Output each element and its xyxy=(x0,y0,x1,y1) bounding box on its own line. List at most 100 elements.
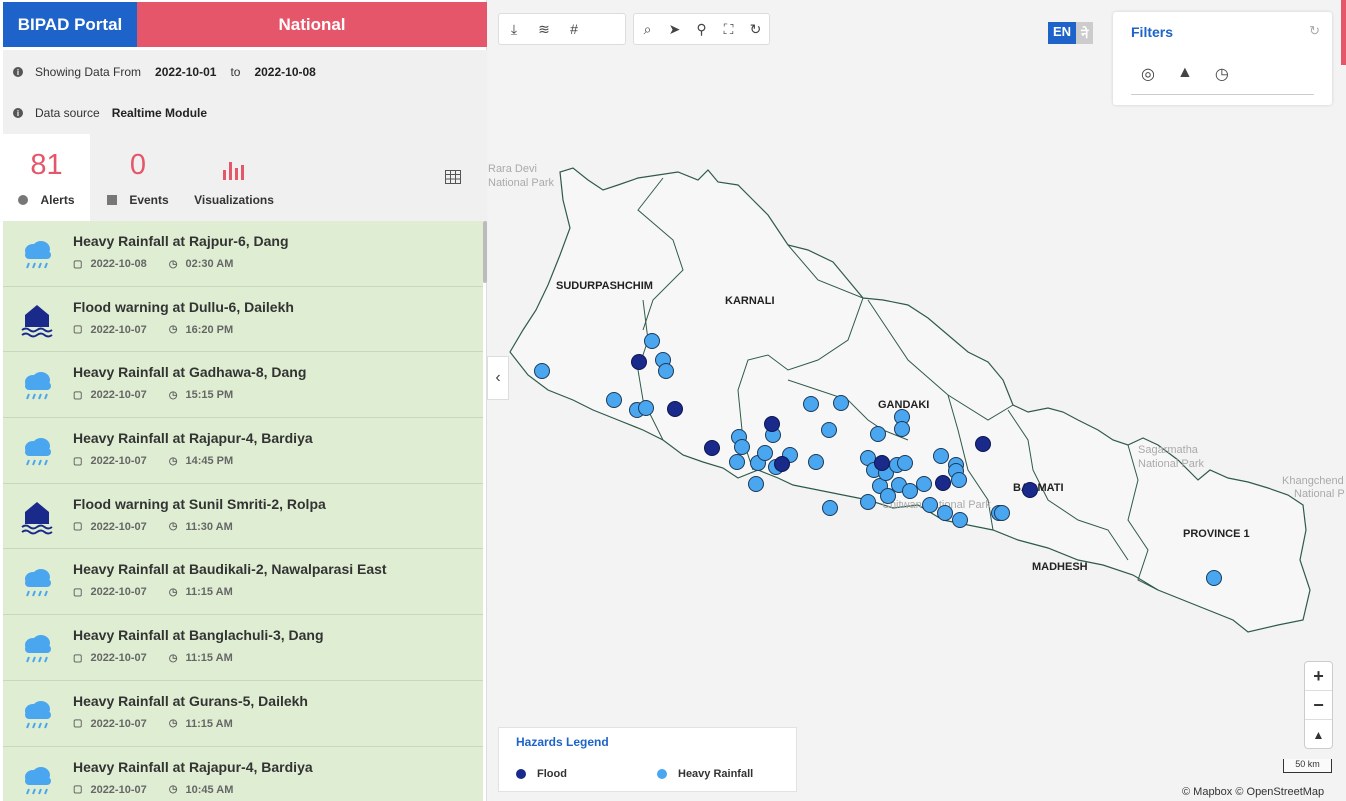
sagarmatha-label: Sagarmatha xyxy=(1138,444,1199,456)
map-attribution[interactable]: © Mapbox © OpenStreetMap xyxy=(1182,786,1324,798)
rain-marker[interactable] xyxy=(658,363,674,379)
alert-meta: ▢ 2022-10-07 ◷ 11:15 AM xyxy=(73,652,233,664)
tab-alerts[interactable]: 81 Alerts xyxy=(3,134,90,221)
alert-date: 2022-10-07 xyxy=(90,717,147,730)
location-target-icon[interactable]: ◎ xyxy=(1141,64,1155,84)
alert-title: Heavy Rainfall at Baudikali-2, Nawalpara… xyxy=(73,561,387,578)
date-from[interactable]: 2022-10-01 xyxy=(155,65,216,79)
rain-marker[interactable] xyxy=(902,483,918,499)
portal-brand[interactable]: BIPAD Portal xyxy=(3,2,137,47)
flood-house-icon xyxy=(19,303,55,339)
flood-marker[interactable] xyxy=(631,354,647,370)
flood-marker[interactable] xyxy=(1022,482,1038,498)
alert-list-item[interactable]: Heavy Rainfall at Gurans-5, Dailekh ▢ 2022… xyxy=(3,680,483,747)
zoom-search-icon[interactable]: ⌕ xyxy=(634,21,661,38)
date-to[interactable]: 2022-10-08 xyxy=(254,65,315,79)
rain-marker[interactable] xyxy=(994,505,1010,521)
hazard-warning-icon[interactable]: ▲ xyxy=(1177,64,1193,84)
alert-list-item[interactable]: Flood warning at Dullu-6, Dailekh ▢ 2022-1… xyxy=(3,286,483,353)
map-area[interactable]: Rara Devi National Park Sagarmatha Natio… xyxy=(488,0,1346,801)
flood-marker[interactable] xyxy=(935,475,951,491)
download-icon[interactable]: ⤓ xyxy=(499,21,529,38)
rain-marker[interactable] xyxy=(808,454,824,470)
source-label: Data source xyxy=(35,106,100,120)
filters-reset-icon[interactable]: ↻ xyxy=(1309,23,1320,39)
flood-marker[interactable] xyxy=(874,455,890,471)
alert-list-item[interactable]: Heavy Rainfall at Banglachuli-3, Dang ▢ 20… xyxy=(3,615,483,681)
rain-marker[interactable] xyxy=(952,512,968,528)
filters-divider xyxy=(1131,94,1314,95)
zoom-in-button[interactable]: + xyxy=(1305,662,1332,691)
legend-title: Hazards Legend xyxy=(516,735,609,749)
zoom-out-button[interactable]: − xyxy=(1305,691,1332,720)
alert-list: Heavy Rainfall at Rajpur-6, Dang ▢ 2022-10… xyxy=(3,221,483,801)
source-value: Realtime Module xyxy=(111,106,208,120)
navigate-icon[interactable]: ➤ xyxy=(661,21,688,38)
location-pin-icon[interactable]: ⚲ xyxy=(688,21,715,38)
alert-meta: ▢ 2022-10-07 ◷ 11:30 AM xyxy=(73,521,233,533)
collapse-panel-button[interactable]: ‹ xyxy=(487,356,509,400)
refresh-icon[interactable]: ↻ xyxy=(742,21,769,38)
rain-marker[interactable] xyxy=(951,472,967,488)
table-view-icon[interactable] xyxy=(445,170,461,189)
bar-chart-icon xyxy=(188,149,280,183)
alert-title: Heavy Rainfall at Rajapur-4, Bardiya xyxy=(73,430,313,447)
rain-marker[interactable] xyxy=(880,488,896,504)
rain-marker[interactable] xyxy=(933,448,949,464)
rain-cloud-icon xyxy=(19,434,55,470)
alert-date: 2022-10-07 xyxy=(90,783,147,796)
grid-icon[interactable]: # xyxy=(559,21,589,37)
alert-list-item[interactable]: Heavy Rainfall at Rajpur-6, Dang ▢ 2022-10… xyxy=(3,221,483,287)
alert-meta: ▢ 2022-10-07 ◷ 15:15 PM xyxy=(73,389,233,401)
alert-list-item[interactable]: Heavy Rainfall at Gadhawa-8, Dang ▢ 2022-1… xyxy=(3,352,483,419)
tab-events[interactable]: 0 Events xyxy=(95,134,181,221)
rain-marker[interactable] xyxy=(870,426,886,442)
alert-time: 15:15 PM xyxy=(185,389,234,402)
lang-en-button[interactable]: EN xyxy=(1048,22,1077,44)
rain-marker[interactable] xyxy=(894,421,910,437)
rain-marker[interactable] xyxy=(922,497,938,513)
calendar-icon: ▢ xyxy=(73,784,83,795)
flood-marker[interactable] xyxy=(975,436,991,452)
flood-marker[interactable] xyxy=(667,401,683,417)
fullscreen-icon[interactable]: ⛶ xyxy=(715,21,742,38)
chevron-left-icon: ‹ xyxy=(495,369,501,386)
flood-marker[interactable] xyxy=(764,416,780,432)
rain-marker[interactable] xyxy=(821,422,837,438)
rain-marker[interactable] xyxy=(822,500,838,516)
alert-meta: ▢ 2022-10-07 ◷ 11:15 AM xyxy=(73,586,233,598)
rain-marker[interactable] xyxy=(644,333,660,349)
rain-marker[interactable] xyxy=(833,395,849,411)
rain-marker[interactable] xyxy=(860,494,876,510)
region-title[interactable]: National xyxy=(137,2,487,47)
flood-marker[interactable] xyxy=(704,440,720,456)
alert-list-item[interactable]: Heavy Rainfall at Rajapur-4, Bardiya ▢ 202… xyxy=(3,418,483,484)
rain-marker[interactable] xyxy=(638,400,654,416)
rain-marker[interactable] xyxy=(534,363,550,379)
rain-marker[interactable] xyxy=(757,445,773,461)
filters-title: Filters xyxy=(1131,24,1174,40)
rain-marker[interactable] xyxy=(748,476,764,492)
rain-marker[interactable] xyxy=(803,396,819,412)
events-square-icon xyxy=(107,195,118,205)
lang-np-button[interactable]: ने xyxy=(1076,22,1094,44)
alert-list-item[interactable]: Heavy Rainfall at Rajapur-4, Bardiya ▢ 202… xyxy=(3,746,483,801)
list-scrollbar[interactable] xyxy=(483,221,487,283)
layers-icon[interactable]: ≋ xyxy=(529,21,559,38)
compass-reset-button[interactable]: ▲ xyxy=(1305,720,1332,749)
visualizations-label: Visualizations xyxy=(194,193,274,207)
alert-list-item[interactable]: Flood warning at Sunil Smriti-2, Rolpa ▢ 2… xyxy=(3,483,483,550)
rain-marker[interactable] xyxy=(937,505,953,521)
rain-marker[interactable] xyxy=(1206,570,1222,586)
rain-marker[interactable] xyxy=(734,439,750,455)
clock-icon[interactable]: ◷ xyxy=(1215,64,1229,84)
rain-cloud-icon xyxy=(19,631,55,667)
alert-list-item[interactable]: Heavy Rainfall at Baudikali-2, Nawalpara… xyxy=(3,549,483,616)
alerts-dot-icon xyxy=(18,195,29,205)
tab-visualizations[interactable]: Visualizations xyxy=(188,134,280,221)
rain-marker[interactable] xyxy=(897,455,913,471)
flood-marker[interactable] xyxy=(774,456,790,472)
rain-marker[interactable] xyxy=(916,476,932,492)
rain-marker[interactable] xyxy=(606,392,622,408)
rain-marker[interactable] xyxy=(729,454,745,470)
